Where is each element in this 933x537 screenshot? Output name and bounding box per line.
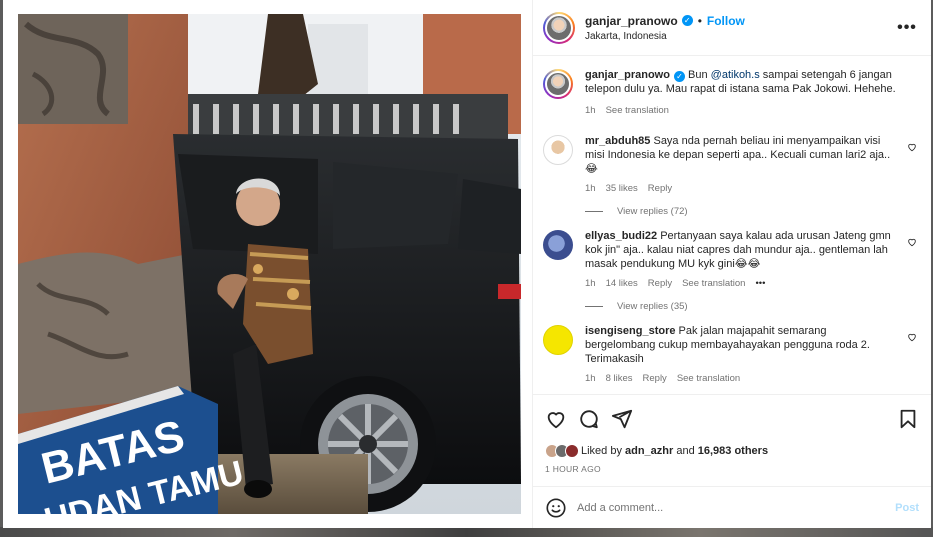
likes-count[interactable]: 16,983 others	[698, 445, 768, 457]
comment-item: isengiseng_store Pak jalan majapahit sem…	[543, 324, 917, 386]
comment-item: ellyas_budi22 Pertanyaan saya kalau ada …	[543, 229, 917, 291]
caption-avatar[interactable]	[543, 69, 573, 99]
liker-avatars	[545, 444, 579, 458]
post-sidebar: ganjar_pranowo ✓ • Follow Jakarta, Indon…	[532, 0, 931, 528]
post-comment-button[interactable]: Post	[895, 502, 919, 514]
commenter-avatar[interactable]	[543, 135, 573, 165]
likes-user[interactable]: adn_azhr	[625, 445, 673, 457]
comment-item: mr_abduh85 Saya nda pernah beliau ini me…	[543, 134, 917, 196]
caption-mention[interactable]: @atikoh.s	[711, 69, 760, 81]
likes-prefix: Liked by	[581, 445, 622, 457]
post-photo[interactable]: BATAS UDAN TAMU	[18, 14, 521, 514]
comments-list[interactable]: ganjar_pranowo ✓ Bun @atikoh.s sampai set…	[533, 56, 931, 394]
comment-username[interactable]: mr_abduh85	[585, 135, 650, 147]
verified-icon: ✓	[673, 71, 685, 82]
reply-button[interactable]: Reply	[648, 277, 672, 291]
verified-icon: ✓	[681, 15, 693, 26]
background-feed	[0, 527, 933, 537]
post-location[interactable]: Jakarta, Indonesia	[585, 31, 895, 42]
caption-entry: ganjar_pranowo ✓ Bun @atikoh.s sampai set…	[543, 68, 917, 118]
like-icon[interactable]	[545, 408, 567, 430]
comment-likes[interactable]: 14 likes	[606, 277, 638, 291]
post-modal: BATAS UDAN TAMU ganjar_pranowo ✓ • Follo…	[3, 0, 931, 528]
comment-time[interactable]: 1h	[585, 182, 596, 196]
caption-username[interactable]: ganjar_pranowo	[585, 69, 670, 81]
replies-line	[585, 211, 603, 212]
comment-translate[interactable]: See translation	[677, 372, 740, 386]
view-replies-button[interactable]: View replies (35)	[585, 301, 917, 312]
likes-middle: and	[673, 445, 698, 457]
post-media: BATAS UDAN TAMU	[3, 0, 532, 528]
author-avatar[interactable]	[543, 11, 575, 44]
likes-summary[interactable]: Liked by adn_azhr and 16,983 others	[533, 442, 931, 460]
reply-button[interactable]: Reply	[643, 372, 667, 386]
commenter-avatar[interactable]	[543, 230, 573, 260]
comment-composer: Post	[533, 486, 931, 528]
post-timestamp[interactable]: 1 HOUR AGO	[533, 460, 931, 486]
comment-time[interactable]: 1h	[585, 372, 596, 386]
comment-translate[interactable]: See translation	[682, 277, 745, 291]
like-comment-icon[interactable]	[907, 142, 917, 152]
photo-illustration: BATAS UDAN TAMU	[18, 14, 521, 514]
post-header: ganjar_pranowo ✓ • Follow Jakarta, Indon…	[533, 0, 931, 56]
caption-text-before: Bun	[684, 69, 711, 81]
author-username[interactable]: ganjar_pranowo	[585, 14, 678, 28]
emoji-icon[interactable]	[545, 497, 567, 519]
save-icon[interactable]	[897, 408, 919, 430]
comment-likes[interactable]: 8 likes	[606, 372, 633, 386]
more-icon[interactable]: •••	[895, 19, 919, 37]
commenter-avatar[interactable]	[543, 325, 573, 355]
comment-likes[interactable]: 35 likes	[606, 182, 638, 196]
like-comment-icon[interactable]	[907, 237, 917, 247]
view-replies-label[interactable]: View replies (72)	[617, 206, 688, 217]
comment-icon[interactable]	[578, 408, 600, 430]
comment-time[interactable]: 1h	[585, 277, 596, 291]
comment-input[interactable]	[577, 501, 896, 514]
view-replies-label[interactable]: View replies (35)	[617, 301, 688, 312]
reply-button[interactable]: Reply	[648, 182, 672, 196]
comment-username[interactable]: ellyas_budi22	[585, 230, 657, 242]
view-replies-button[interactable]: View replies (72)	[585, 206, 917, 217]
comment-options-icon[interactable]: •••	[755, 277, 765, 291]
like-comment-icon[interactable]	[907, 332, 917, 342]
action-bar	[533, 394, 931, 442]
replies-line	[585, 306, 603, 307]
separator-dot: •	[697, 13, 702, 28]
comment-username[interactable]: isengiseng_store	[585, 325, 675, 337]
caption-translate[interactable]: See translation	[606, 104, 669, 118]
follow-button[interactable]: Follow	[707, 14, 745, 28]
share-icon[interactable]	[611, 408, 633, 430]
caption-time[interactable]: 1h	[585, 104, 596, 118]
